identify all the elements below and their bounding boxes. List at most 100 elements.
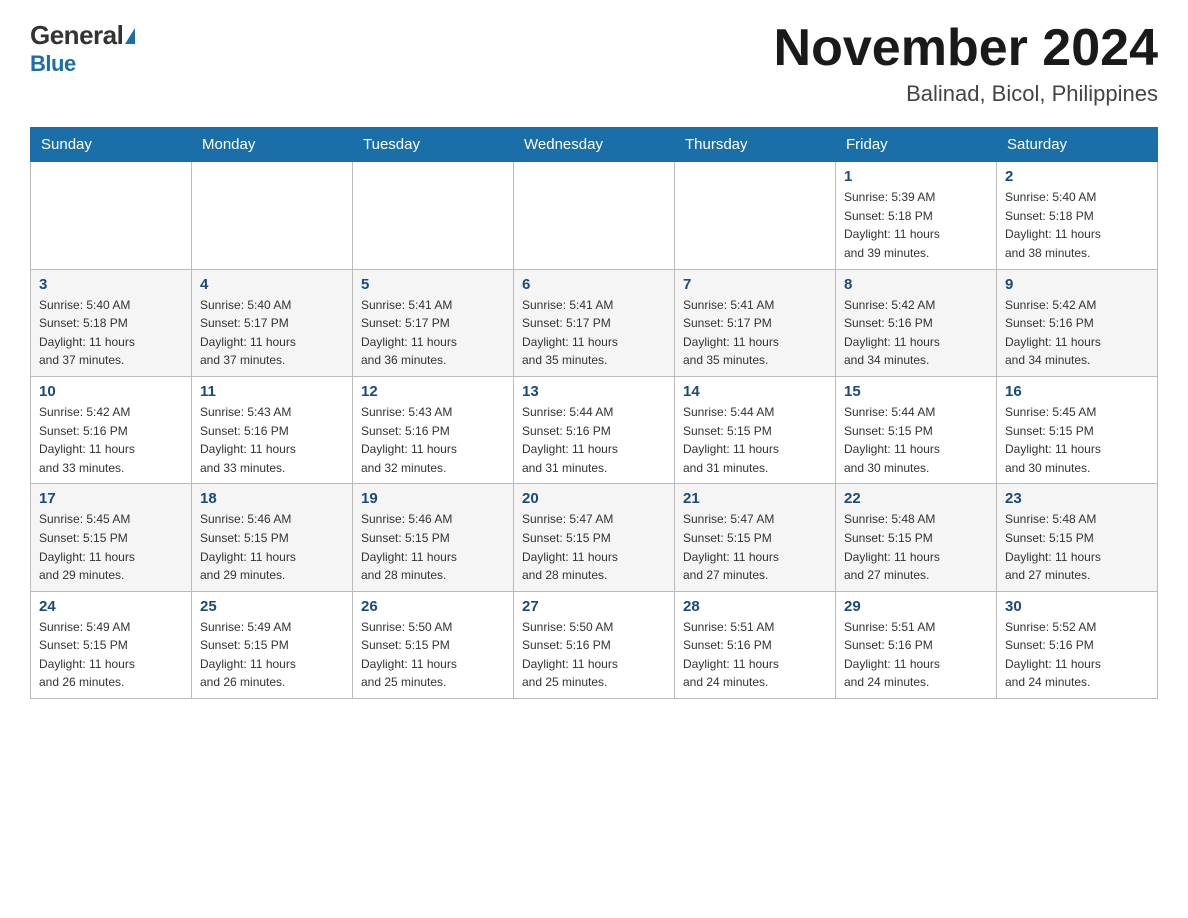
day-info: Sunrise: 5:48 AM Sunset: 5:15 PM Dayligh… — [1005, 510, 1149, 584]
day-number: 3 — [39, 276, 183, 293]
day-number: 22 — [844, 490, 988, 507]
empty-day-cell — [675, 162, 836, 269]
day-number: 10 — [39, 383, 183, 400]
day-number: 24 — [39, 598, 183, 615]
day-info: Sunrise: 5:42 AM Sunset: 5:16 PM Dayligh… — [844, 296, 988, 370]
day-info: Sunrise: 5:43 AM Sunset: 5:16 PM Dayligh… — [361, 403, 505, 477]
day-info: Sunrise: 5:44 AM Sunset: 5:15 PM Dayligh… — [844, 403, 988, 477]
column-header-friday: Friday — [836, 128, 997, 162]
day-cell-11: 11Sunrise: 5:43 AM Sunset: 5:16 PM Dayli… — [192, 376, 353, 483]
empty-day-cell — [31, 162, 192, 269]
day-cell-27: 27Sunrise: 5:50 AM Sunset: 5:16 PM Dayli… — [514, 591, 675, 698]
day-info: Sunrise: 5:50 AM Sunset: 5:15 PM Dayligh… — [361, 618, 505, 692]
logo-general-text: General — [30, 20, 123, 51]
empty-day-cell — [514, 162, 675, 269]
column-header-saturday: Saturday — [997, 128, 1158, 162]
day-cell-28: 28Sunrise: 5:51 AM Sunset: 5:16 PM Dayli… — [675, 591, 836, 698]
day-info: Sunrise: 5:45 AM Sunset: 5:15 PM Dayligh… — [39, 510, 183, 584]
day-number: 11 — [200, 383, 344, 400]
day-info: Sunrise: 5:49 AM Sunset: 5:15 PM Dayligh… — [39, 618, 183, 692]
logo-blue-text: Blue — [30, 51, 76, 76]
day-cell-26: 26 Sunrise: 5:50 AM Sunset: 5:15 PM Dayli… — [353, 591, 514, 698]
column-header-sunday: Sunday — [31, 128, 192, 162]
empty-day-cell — [192, 162, 353, 269]
day-number: 12 — [361, 383, 505, 400]
day-cell-21: 21Sunrise: 5:47 AM Sunset: 5:15 PM Dayli… — [675, 484, 836, 591]
calendar-week-row: 17Sunrise: 5:45 AM Sunset: 5:15 PM Dayli… — [31, 484, 1158, 591]
column-header-monday: Monday — [192, 128, 353, 162]
day-cell-3: 3 Sunrise: 5:40 AM Sunset: 5:18 PM Daylig… — [31, 269, 192, 376]
column-header-tuesday: Tuesday — [353, 128, 514, 162]
day-number: 29 — [844, 598, 988, 615]
day-cell-20: 20 Sunrise: 5:47 AM Sunset: 5:15 PM Dayli… — [514, 484, 675, 591]
logo: General Blue — [30, 20, 135, 77]
header: General Blue November 2024 Balinad, Bico… — [30, 20, 1158, 107]
day-number: 18 — [200, 490, 344, 507]
day-cell-24: 24 Sunrise: 5:49 AM Sunset: 5:15 PM Dayli… — [31, 591, 192, 698]
day-info: Sunrise: 5:48 AM Sunset: 5:15 PM Dayligh… — [844, 510, 988, 584]
day-number: 25 — [200, 598, 344, 615]
day-info: Sunrise: 5:45 AM Sunset: 5:15 PM Dayligh… — [1005, 403, 1149, 477]
day-cell-15: 15 Sunrise: 5:44 AM Sunset: 5:15 PM Dayli… — [836, 376, 997, 483]
day-info: Sunrise: 5:49 AM Sunset: 5:15 PM Dayligh… — [200, 618, 344, 692]
day-cell-19: 19 Sunrise: 5:46 AM Sunset: 5:15 PM Dayli… — [353, 484, 514, 591]
day-cell-30: 30Sunrise: 5:52 AM Sunset: 5:16 PM Dayli… — [997, 591, 1158, 698]
day-cell-23: 23 Sunrise: 5:48 AM Sunset: 5:15 PM Dayli… — [997, 484, 1158, 591]
calendar-week-row: 10Sunrise: 5:42 AM Sunset: 5:16 PM Dayli… — [31, 376, 1158, 483]
day-number: 15 — [844, 383, 988, 400]
day-cell-12: 12 Sunrise: 5:43 AM Sunset: 5:16 PM Dayli… — [353, 376, 514, 483]
day-cell-16: 16 Sunrise: 5:45 AM Sunset: 5:15 PM Dayli… — [997, 376, 1158, 483]
day-number: 20 — [522, 490, 666, 507]
calendar-header-row: SundayMondayTuesdayWednesdayThursdayFrid… — [31, 128, 1158, 162]
day-cell-29: 29 Sunrise: 5:51 AM Sunset: 5:16 PM Dayli… — [836, 591, 997, 698]
day-cell-25: 25 Sunrise: 5:49 AM Sunset: 5:15 PM Dayli… — [192, 591, 353, 698]
column-header-thursday: Thursday — [675, 128, 836, 162]
day-cell-5: 5Sunrise: 5:41 AM Sunset: 5:17 PM Daylig… — [353, 269, 514, 376]
location-title: Balinad, Bicol, Philippines — [774, 81, 1158, 107]
day-info: Sunrise: 5:41 AM Sunset: 5:17 PM Dayligh… — [683, 296, 827, 370]
day-number: 8 — [844, 276, 988, 293]
day-number: 7 — [683, 276, 827, 293]
day-number: 27 — [522, 598, 666, 615]
day-cell-18: 18 Sunrise: 5:46 AM Sunset: 5:15 PM Dayli… — [192, 484, 353, 591]
day-number: 23 — [1005, 490, 1149, 507]
day-number: 1 — [844, 168, 988, 185]
day-cell-17: 17Sunrise: 5:45 AM Sunset: 5:15 PM Dayli… — [31, 484, 192, 591]
day-info: Sunrise: 5:40 AM Sunset: 5:18 PM Dayligh… — [39, 296, 183, 370]
day-number: 5 — [361, 276, 505, 293]
day-info: Sunrise: 5:44 AM Sunset: 5:15 PM Dayligh… — [683, 403, 827, 477]
day-number: 9 — [1005, 276, 1149, 293]
day-cell-7: 7 Sunrise: 5:41 AM Sunset: 5:17 PM Daylig… — [675, 269, 836, 376]
day-info: Sunrise: 5:47 AM Sunset: 5:15 PM Dayligh… — [683, 510, 827, 584]
day-number: 19 — [361, 490, 505, 507]
day-number: 16 — [1005, 383, 1149, 400]
day-cell-10: 10Sunrise: 5:42 AM Sunset: 5:16 PM Dayli… — [31, 376, 192, 483]
day-number: 4 — [200, 276, 344, 293]
day-cell-9: 9 Sunrise: 5:42 AM Sunset: 5:16 PM Daylig… — [997, 269, 1158, 376]
month-title: November 2024 — [774, 20, 1158, 77]
calendar-week-row: 24 Sunrise: 5:49 AM Sunset: 5:15 PM Dayli… — [31, 591, 1158, 698]
day-cell-14: 14Sunrise: 5:44 AM Sunset: 5:15 PM Dayli… — [675, 376, 836, 483]
day-info: Sunrise: 5:39 AM Sunset: 5:18 PM Dayligh… — [844, 188, 988, 262]
day-info: Sunrise: 5:42 AM Sunset: 5:16 PM Dayligh… — [1005, 296, 1149, 370]
day-number: 13 — [522, 383, 666, 400]
column-header-wednesday: Wednesday — [514, 128, 675, 162]
day-info: Sunrise: 5:51 AM Sunset: 5:16 PM Dayligh… — [844, 618, 988, 692]
day-info: Sunrise: 5:46 AM Sunset: 5:15 PM Dayligh… — [200, 510, 344, 584]
day-info: Sunrise: 5:44 AM Sunset: 5:16 PM Dayligh… — [522, 403, 666, 477]
day-cell-1: 1 Sunrise: 5:39 AM Sunset: 5:18 PM Daylig… — [836, 162, 997, 269]
day-number: 28 — [683, 598, 827, 615]
day-cell-13: 13 Sunrise: 5:44 AM Sunset: 5:16 PM Dayli… — [514, 376, 675, 483]
day-cell-6: 6Sunrise: 5:41 AM Sunset: 5:17 PM Daylig… — [514, 269, 675, 376]
day-number: 6 — [522, 276, 666, 293]
calendar-week-row: 3 Sunrise: 5:40 AM Sunset: 5:18 PM Daylig… — [31, 269, 1158, 376]
calendar: SundayMondayTuesdayWednesdayThursdayFrid… — [30, 127, 1158, 699]
day-info: Sunrise: 5:40 AM Sunset: 5:18 PM Dayligh… — [1005, 188, 1149, 262]
day-info: Sunrise: 5:46 AM Sunset: 5:15 PM Dayligh… — [361, 510, 505, 584]
day-number: 26 — [361, 598, 505, 615]
day-number: 30 — [1005, 598, 1149, 615]
empty-day-cell — [353, 162, 514, 269]
title-area: November 2024 Balinad, Bicol, Philippine… — [774, 20, 1158, 107]
day-cell-22: 22 Sunrise: 5:48 AM Sunset: 5:15 PM Dayli… — [836, 484, 997, 591]
day-info: Sunrise: 5:47 AM Sunset: 5:15 PM Dayligh… — [522, 510, 666, 584]
